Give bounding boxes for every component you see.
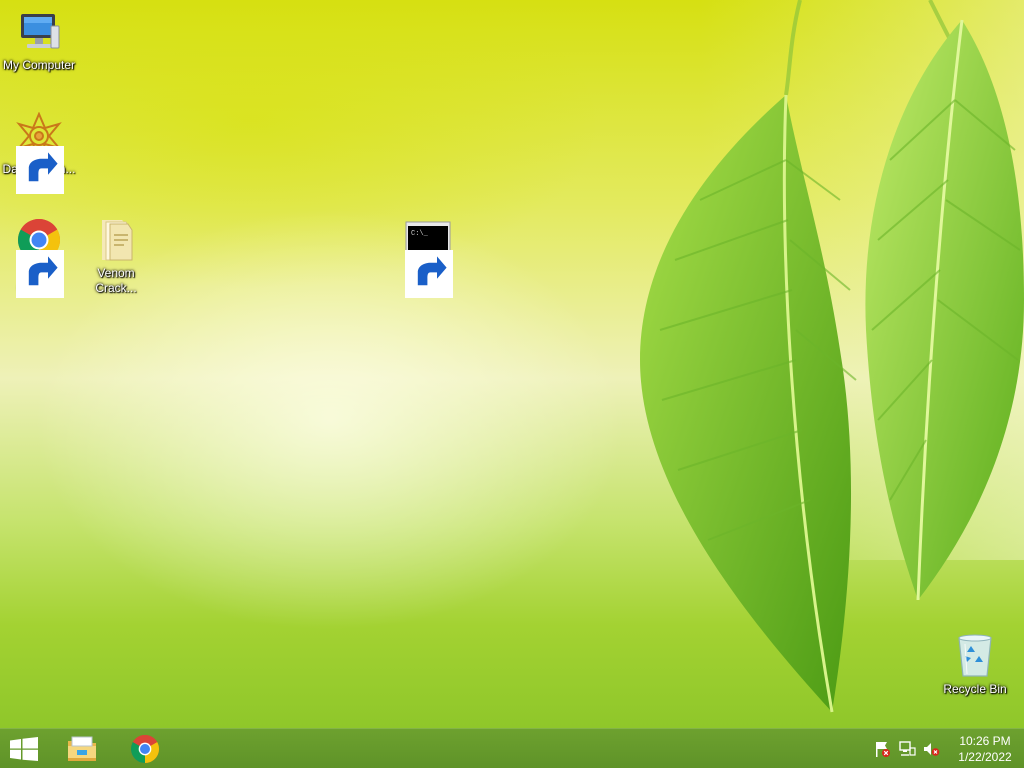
shortcut-arrow-icon [16,146,64,194]
windows-logo-icon [10,737,38,761]
folder-icon [92,216,140,264]
desktop-icon-cmd[interactable]: C:\_ cmd [389,216,467,298]
desktop-icon-label: Recycle Bin [943,682,1007,696]
desktop-icon-label: Venom Crack... [95,266,137,295]
chrome-icon [130,734,160,763]
datawagon-icon [15,112,64,194]
tray-action-center[interactable] [873,740,891,758]
shortcut-arrow-icon [405,250,453,298]
svg-text:C:\_: C:\_ [411,230,429,238]
start-button[interactable] [0,729,48,769]
desktop-icon-google-chrome[interactable]: Google Chrome [0,216,78,298]
clock-date: 1/22/2022 [958,750,1012,764]
computer-icon [15,8,63,56]
desktop-icon-label: My Computer [2,58,76,72]
taskbar-file-explorer-button[interactable] [53,729,109,769]
tray-network[interactable] [898,740,916,758]
taskbar: 10:26 PM 1/22/2022 [0,728,1024,768]
volume-muted-icon [924,743,940,756]
tray-volume[interactable] [922,740,940,758]
clock-time: 10:26 PM [959,734,1011,748]
desktop-icon-venom-crack[interactable]: Venom Crack... [77,216,155,296]
desktop-icon-my-computer[interactable]: My Computer [0,8,78,73]
taskbar-clock[interactable]: 10:26 PM 1/22/2022 [946,729,1024,769]
desktop[interactable]: My Computer DataWagon... [0,0,1024,728]
wallpaper-leaves [640,0,1024,713]
action-center-flag-icon [876,742,890,757]
desktop-icon-datawagon[interactable]: DataWagon... [0,112,78,194]
cmd-icon: C:\_ [404,216,453,298]
recycle-bin-icon [951,632,999,680]
file-explorer-icon [68,736,96,761]
desktop-icon-recycle-bin[interactable]: Recycle Bin [936,632,1014,697]
network-icon [899,741,916,756]
chrome-icon [15,216,64,298]
taskbar-chrome-button[interactable] [116,729,172,769]
shortcut-arrow-icon [16,250,64,298]
